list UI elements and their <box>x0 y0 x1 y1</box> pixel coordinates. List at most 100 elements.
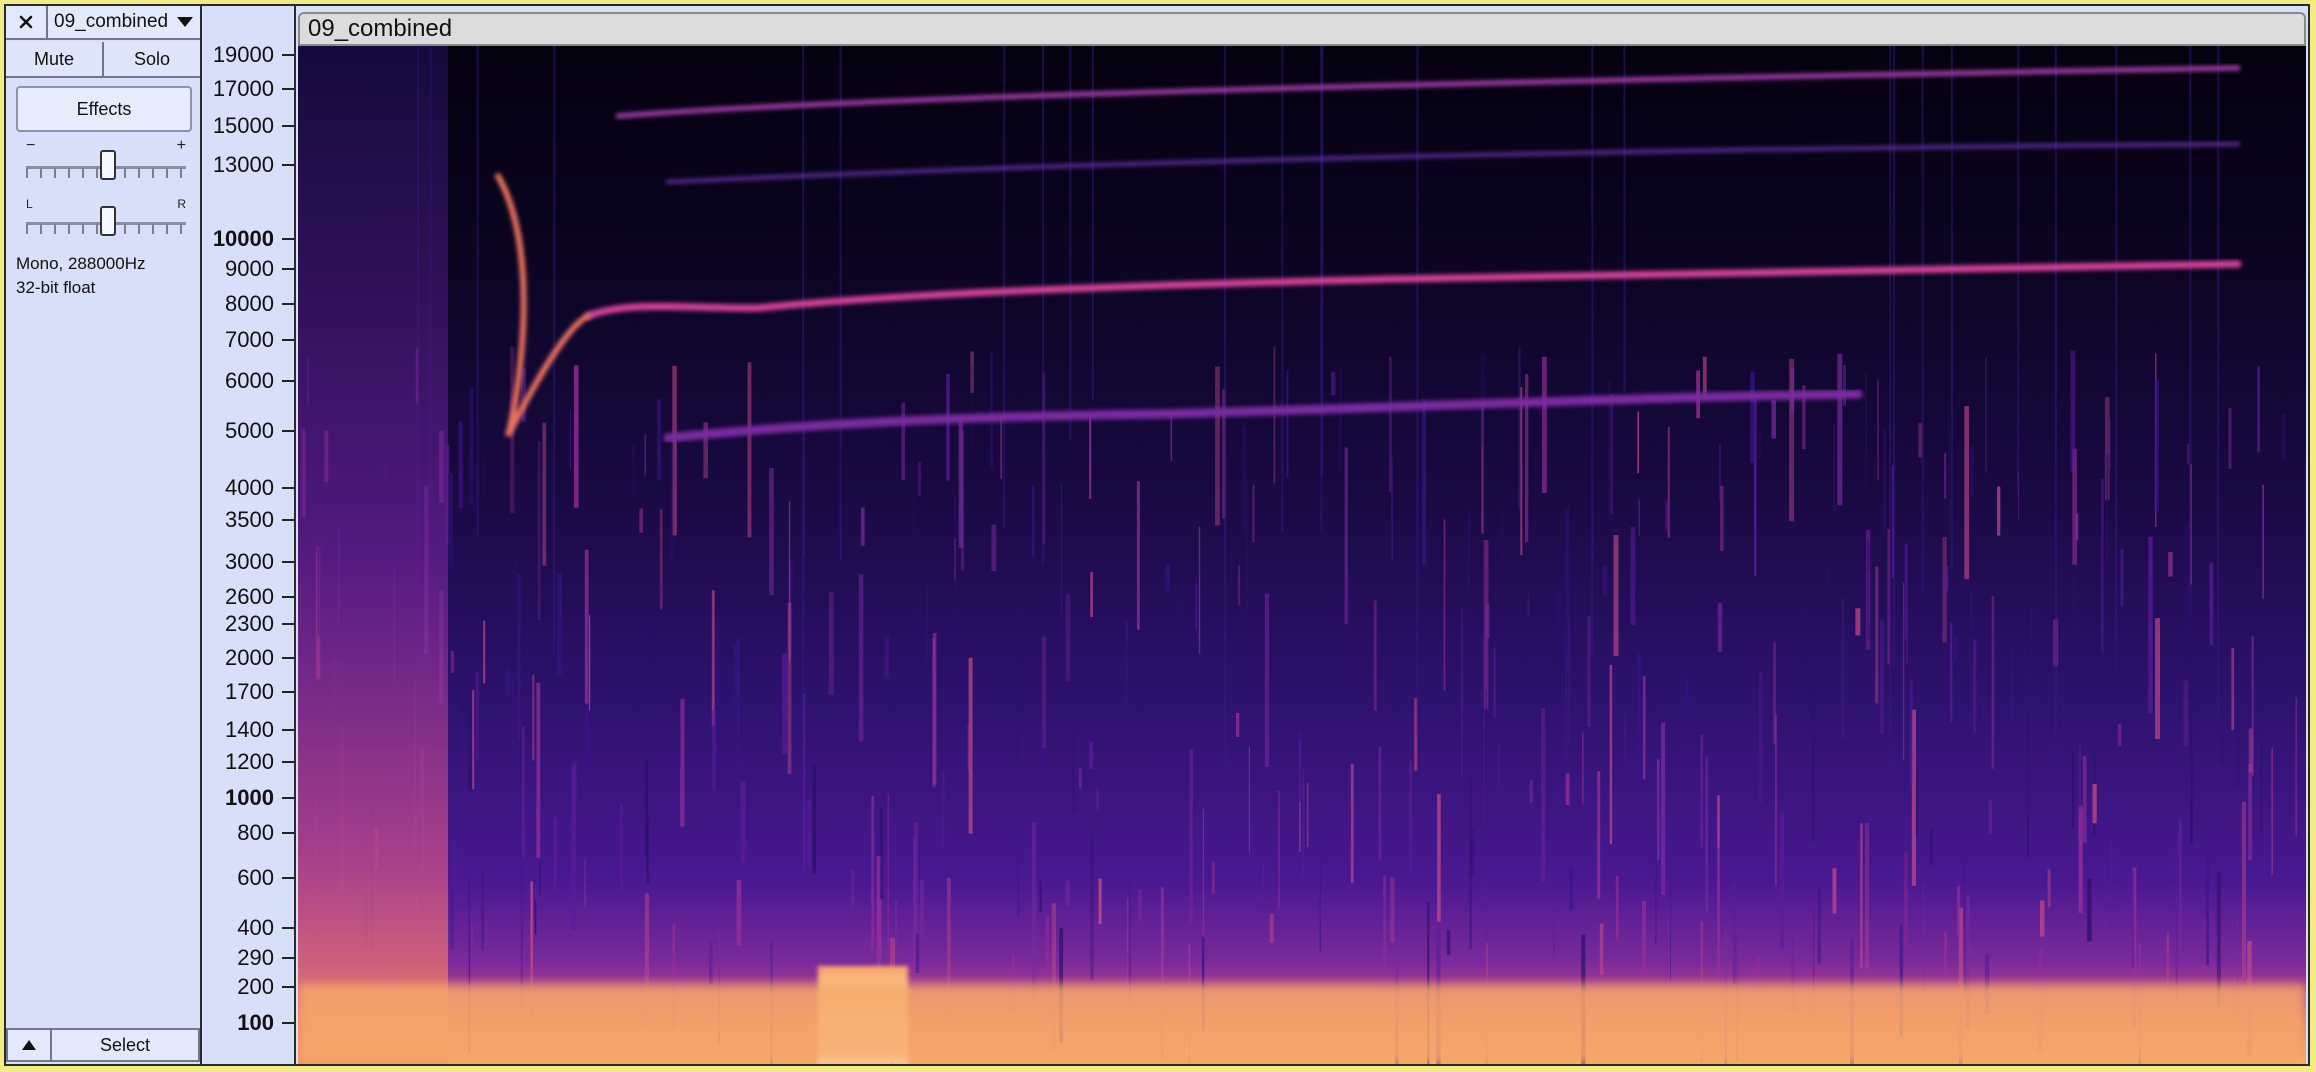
spectrogram-streak <box>1569 866 1574 910</box>
spectrogram-streak <box>1582 732 1584 804</box>
mute-button[interactable]: Mute <box>6 42 102 76</box>
spectrogram-vertical-line <box>2115 46 2118 668</box>
spectrogram-streak <box>2027 711 2029 859</box>
spectrogram-streak <box>1686 674 1689 755</box>
collapse-track-button[interactable] <box>6 1028 52 1062</box>
spectrogram-streak <box>1602 565 1608 595</box>
spectrogram-streak <box>1170 414 1173 461</box>
spectrogram-streak <box>942 770 945 848</box>
effects-button[interactable]: Effects <box>16 86 192 132</box>
spectrogram-streak <box>1700 734 1703 848</box>
spectrogram-streak <box>915 934 920 973</box>
spectrogram-vertical-line <box>1889 46 1892 774</box>
spectrogram-vertical-line <box>2189 46 2192 616</box>
spectrogram-streak <box>1383 874 1386 988</box>
spectrogram-streak <box>1520 387 1523 556</box>
gain-slider[interactable]: − + <box>26 138 186 180</box>
close-track-button[interactable] <box>6 6 48 38</box>
pan-slider[interactable]: L R <box>26 196 186 236</box>
spectrogram-streak <box>476 671 479 762</box>
ruler-tick-mark <box>282 560 294 563</box>
ruler-tick-label: 400 <box>237 914 274 940</box>
spectrogram-view[interactable] <box>298 46 2306 1064</box>
spectrogram-streak <box>1805 606 1807 685</box>
spectrogram-streak <box>971 364 973 447</box>
spectrogram-streak <box>584 549 589 704</box>
spectrogram-streak <box>1655 835 1657 946</box>
spectrogram-streak <box>740 780 746 863</box>
ruler-tick-mark <box>282 430 294 433</box>
spectrogram-streak <box>2092 783 2097 824</box>
ruler-tick-label: 2300 <box>225 610 274 636</box>
ruler-tick-label: 6000 <box>225 368 274 394</box>
spectrogram-streak <box>520 840 523 1007</box>
spectrogram-streak <box>2271 747 2273 875</box>
spectrogram-streak <box>1518 347 1521 510</box>
track-format-line: Mono, 288000Hz <box>16 254 146 273</box>
spectrogram-streak <box>711 590 715 726</box>
spectrogram-streak <box>901 402 906 480</box>
spectrogram-streak <box>918 462 922 496</box>
ruler-tick-label: 15000 <box>212 112 274 138</box>
spectrogram-streak <box>851 870 855 908</box>
spectrogram-streak <box>2178 830 2182 861</box>
pan-slider-thumb[interactable] <box>100 206 116 236</box>
spectrogram-streak <box>1790 368 1795 413</box>
spectrogram-streak <box>1609 664 1613 845</box>
spectrogram-streak <box>1078 768 1082 789</box>
spectrogram-vertical-line <box>802 46 805 735</box>
spectrogram-streak <box>1238 565 1240 605</box>
pan-right-label: R <box>177 197 186 211</box>
spectrogram-streak <box>2183 680 2189 746</box>
spectrogram-streak <box>1422 399 1426 565</box>
spectrogram-streak <box>990 350 993 469</box>
spectrogram-streak <box>1000 419 1002 479</box>
spectrogram-vertical-line <box>1224 46 1227 835</box>
spectrogram-streak <box>632 443 635 495</box>
spectrogram-streak <box>513 557 518 603</box>
clip-title-bar[interactable]: 09_combined <box>298 12 2306 46</box>
track-header: 09_combined <box>6 6 200 40</box>
spectrogram-streak <box>1390 876 1395 943</box>
spectrogram-streak <box>589 615 591 711</box>
spectrogram-streak <box>2262 484 2264 599</box>
ruler-tick-label: 4000 <box>225 474 274 500</box>
spectrogram-streak <box>2117 723 2122 747</box>
spectrogram-streak <box>788 501 791 662</box>
spectrogram-streak <box>1124 618 1129 708</box>
spectrogram-low-band <box>298 984 2306 1064</box>
ruler-tick-label: 1000 <box>225 784 274 810</box>
spectrogram-streak <box>1306 782 1309 848</box>
spectrogram-streak <box>912 494 914 653</box>
gain-slider-thumb[interactable] <box>100 150 116 180</box>
spectrogram-streak <box>2187 443 2190 465</box>
spectrogram-streak <box>1180 601 1183 666</box>
spectrogram-streak <box>2071 752 2074 829</box>
spectrogram-streak <box>1565 773 1570 805</box>
spectrogram-streak <box>1269 914 1274 943</box>
ruler-tick-mark <box>282 956 294 959</box>
ruler-tick-mark <box>282 486 294 489</box>
spectrogram-streak <box>1065 594 1071 682</box>
solo-button[interactable]: Solo <box>102 42 200 76</box>
track-name-menu[interactable]: 09_combined <box>48 6 200 38</box>
spectrogram-streak <box>736 879 742 946</box>
frequency-ruler[interactable]: 19000 17000 15000 13000 10000 9000 8000 7000 600… <box>202 6 296 1064</box>
spectrogram-streak <box>1286 370 1289 478</box>
spectrogram-streak <box>1215 366 1220 526</box>
track-footer: Select <box>6 1028 200 1064</box>
spectrogram-streak <box>536 682 541 858</box>
spectrogram-streak <box>769 468 774 596</box>
spectrogram-streak <box>1378 746 1382 860</box>
spectrogram-streak <box>1089 741 1094 769</box>
spectrogram-streak <box>709 941 713 985</box>
spectrogram-streak <box>462 672 466 716</box>
select-track-button[interactable]: Select <box>52 1028 200 1062</box>
ruler-tick-mark <box>282 87 294 90</box>
ruler-tick-label: 2600 <box>225 583 274 609</box>
spectrogram-streak <box>1264 593 1269 767</box>
collapse-arrow-icon <box>22 1040 36 1050</box>
spectrogram-streak <box>1202 808 1204 939</box>
ruler-tick-mark <box>282 303 294 306</box>
spectrogram-streak <box>1236 712 1240 737</box>
